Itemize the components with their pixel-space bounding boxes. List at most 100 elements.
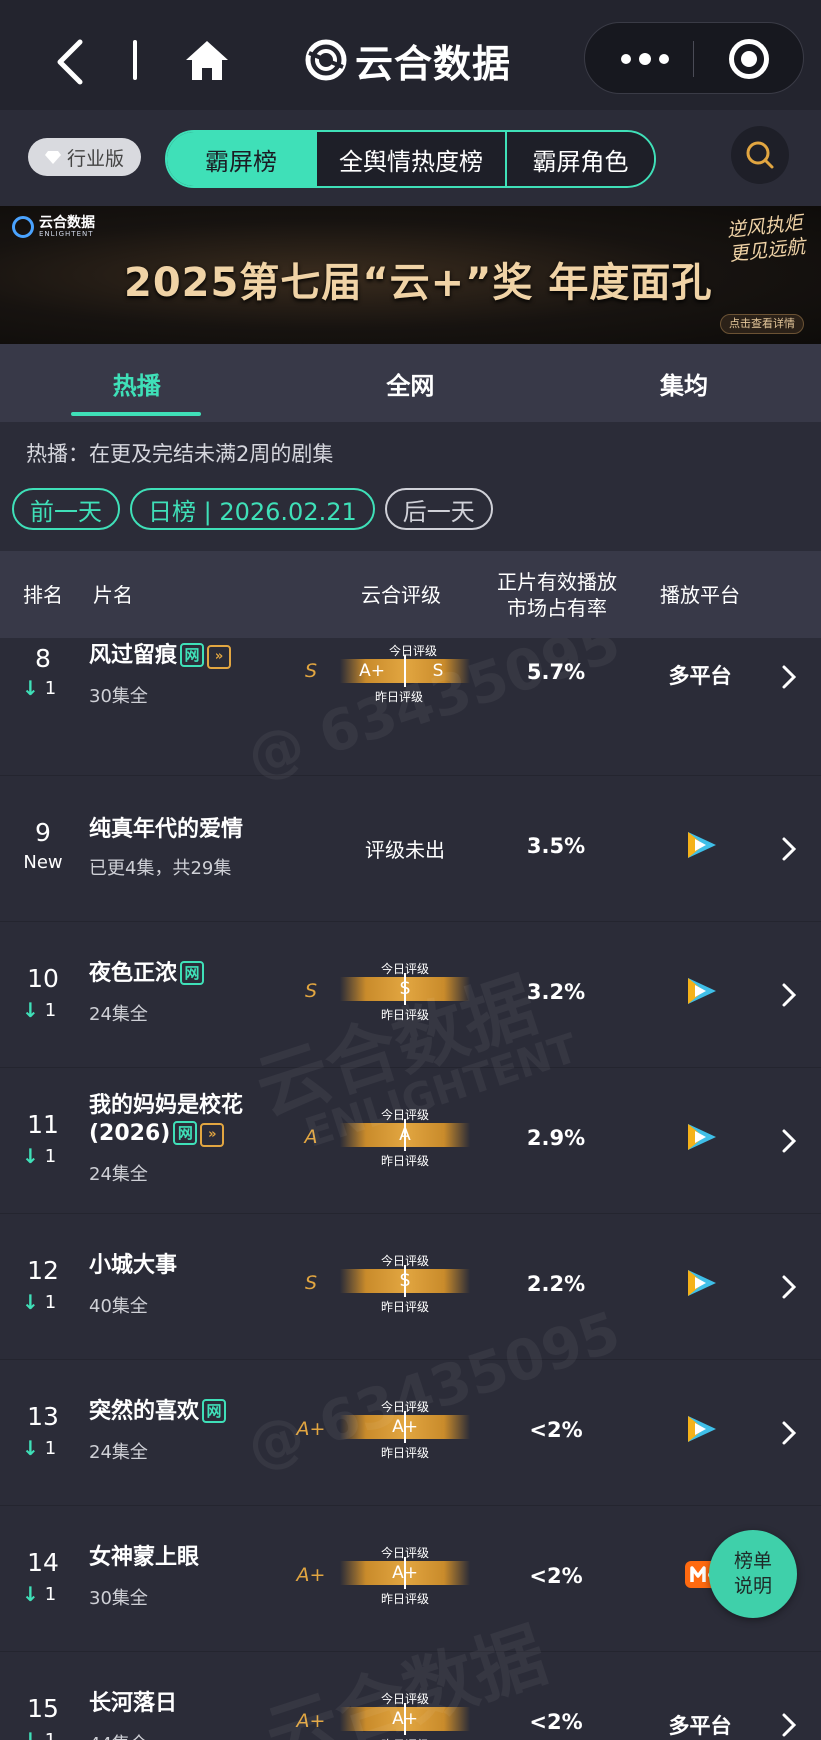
- rank-change-value: 1: [44, 1291, 57, 1313]
- rank-change: ↓ 1: [22, 998, 72, 1022]
- down-arrow-icon: ↓: [22, 998, 39, 1022]
- table-row[interactable]: 13 ↓ 1 突然的喜欢网 24集全 A+ 今日评级 A+ 昨日评级 <2%: [0, 1360, 821, 1506]
- show-title: 突然的喜欢网: [89, 1398, 227, 1426]
- explain-label-line2: 说明: [733, 1575, 772, 1597]
- more-icon[interactable]: [617, 47, 673, 71]
- tab-hot[interactable]: 热播: [0, 344, 274, 422]
- table-row[interactable]: 12 ↓ 1 小城大事 40集全 S 今日评级 S 昨日评级 2.2%: [0, 1214, 821, 1360]
- rating-indicator: 今日评级 A 昨日评级: [340, 1106, 470, 1172]
- grade-label: S: [304, 1272, 318, 1294]
- close-target-icon[interactable]: [729, 39, 769, 79]
- banner-logo: 云合数据 ENLIGHTENT: [12, 216, 95, 238]
- promo-banner[interactable]: 云合数据 ENLIGHTENT 2025第七届“云+”奖 年度面孔 逆风执炬 更…: [0, 206, 821, 344]
- prev-day-button[interactable]: 前一天: [12, 488, 120, 530]
- col-platform: 播放平台: [660, 582, 740, 607]
- table-row[interactable]: 9 New 纯真年代的爱情 已更4集，共29集 评级未出 3.5%: [0, 776, 821, 922]
- segment-screen-roles[interactable]: 霸屏角色: [505, 132, 654, 186]
- grade-label: A+: [296, 1710, 326, 1732]
- episode-info: 30集全: [89, 686, 148, 707]
- home-icon[interactable]: [184, 38, 230, 82]
- table-header: 排名 片名 云合评级 正片有效播放 市场占有率 播放平台: [0, 551, 821, 638]
- table-row[interactable]: 11 ↓ 1 我的妈妈是校花 (2026) 网» 24集全 A 今日评级 A 昨日评…: [0, 1068, 821, 1214]
- chevron-right-icon[interactable]: [780, 982, 798, 1008]
- platform-multi: 多平台: [668, 664, 732, 688]
- table-row[interactable]: 15 ↓1 长河落日 44集全 A+ 今日评级 A+ 昨日评级 <2% 多平台: [0, 1652, 821, 1740]
- rank-change-value: 1: [44, 1437, 57, 1459]
- rank-change-value: 1: [44, 1729, 57, 1740]
- app-brand: 云合数据: [305, 32, 511, 88]
- down-arrow-icon: ↓: [22, 1728, 39, 1740]
- down-arrow-icon: ↓: [22, 1436, 39, 1460]
- rating-indicator: 今日评级 A+ 昨日评级: [340, 1544, 470, 1610]
- segment-sentiment-heat[interactable]: 全舆情热度榜: [315, 132, 505, 186]
- rank-change: ↓ 1: [22, 1144, 72, 1168]
- mini-program-capsule: [584, 22, 804, 94]
- rank-number: 11: [27, 1110, 59, 1139]
- rank-change: ↓ 1: [22, 676, 72, 700]
- ranking-type-switch: 霸屏榜 全舆情热度榜 霸屏角色: [165, 130, 656, 188]
- tab-per-episode[interactable]: 集均: [547, 344, 821, 422]
- banner-detail-link[interactable]: 点击查看详情: [720, 314, 804, 334]
- rating-indicator: 今日评级 A+ S 昨日评级: [340, 642, 470, 708]
- industry-edition-button[interactable]: 行业版: [28, 138, 141, 176]
- rank-number: 12: [27, 1256, 59, 1285]
- show-title-text: 夜色正浓: [89, 961, 178, 986]
- tencent-video-icon: [688, 1270, 716, 1296]
- down-arrow-icon: ↓: [22, 676, 39, 700]
- top-bar: 云合数据: [0, 0, 821, 110]
- show-title: 女神蒙上眼: [89, 1545, 200, 1570]
- back-icon[interactable]: [52, 38, 88, 86]
- chevron-right-icon[interactable]: [780, 1128, 798, 1154]
- episode-info: 40集全: [89, 1296, 148, 1317]
- rank-number: 14: [27, 1548, 59, 1577]
- rating-value: A+: [392, 1563, 418, 1583]
- table-row[interactable]: 10 ↓ 1 夜色正浓网 24集全 S 今日评级 S 昨日评级 3.2%: [0, 922, 821, 1068]
- list-description: 热播：在更及完结未满2周的剧集: [26, 442, 334, 466]
- capsule-divider: [693, 41, 694, 77]
- rank-change: ↓ 1: [22, 1290, 72, 1314]
- banner-logo-icon: [12, 216, 34, 238]
- brand-logo-icon: [305, 39, 347, 81]
- episode-info: 44集全: [89, 1730, 148, 1740]
- rating-indicator: 今日评级 S 昨日评级: [340, 960, 470, 1026]
- col-title: 片名: [93, 582, 133, 607]
- episode-info: 24集全: [89, 1442, 148, 1463]
- ranking-explanation-button[interactable]: 榜单 说明: [709, 1530, 797, 1618]
- down-arrow-icon: ↓: [22, 1290, 39, 1314]
- tencent-video-icon: [688, 1416, 716, 1442]
- episode-info: 24集全: [89, 1004, 148, 1025]
- col-rank: 排名: [23, 582, 63, 607]
- yesterday-rating-label: 昨日评级: [380, 1300, 429, 1314]
- banner-logo-sub: ENLIGHTENT: [39, 230, 94, 238]
- net-drama-tag: 网: [173, 1121, 198, 1145]
- search-button[interactable]: [731, 126, 789, 184]
- segment-screen-ranking[interactable]: 霸屏榜: [167, 132, 315, 186]
- industry-label: 行业版: [66, 147, 124, 170]
- chevron-right-icon[interactable]: [780, 664, 798, 690]
- rank-change: ↓ 1: [22, 1728, 72, 1740]
- next-day-button[interactable]: 后一天: [384, 488, 493, 530]
- new-entry-badge: New: [23, 852, 63, 873]
- table-row[interactable]: 8 ↓ 1 风过留痕网» 30集全 S 今日评级 A+ S 昨日评级 5.7% 多…: [0, 638, 821, 776]
- chevron-right-icon[interactable]: [780, 836, 798, 862]
- nav-divider: [133, 40, 137, 80]
- chevron-right-icon[interactable]: [780, 1274, 798, 1300]
- tab-all-network[interactable]: 全网: [274, 344, 548, 422]
- rating-value: A+: [392, 1709, 418, 1729]
- market-share: <2%: [529, 1710, 583, 1734]
- list-tabs: 热播 全网 集均: [0, 344, 821, 422]
- fast-forward-tag: »: [207, 645, 232, 669]
- search-icon: [746, 141, 774, 169]
- rank-change-value: 1: [44, 1583, 57, 1605]
- chevron-right-icon[interactable]: [780, 1712, 798, 1738]
- show-title: 夜色正浓网: [89, 960, 205, 988]
- banner-logo-text: 云合数据: [39, 215, 95, 231]
- net-drama-tag: 网: [180, 961, 205, 985]
- grade-label: S: [304, 660, 318, 682]
- rank-number: 10: [27, 964, 59, 993]
- current-date-picker[interactable]: 日榜 | 2026.02.21: [130, 488, 375, 530]
- app-title: 云合数据: [355, 41, 512, 86]
- chevron-right-icon[interactable]: [780, 1420, 798, 1446]
- table-row[interactable]: 14 ↓ 1 女神蒙上眼 30集全 A+ 今日评级 A+ 昨日评级 <2%: [0, 1506, 821, 1652]
- rating-yesterday-value: A+: [359, 661, 385, 681]
